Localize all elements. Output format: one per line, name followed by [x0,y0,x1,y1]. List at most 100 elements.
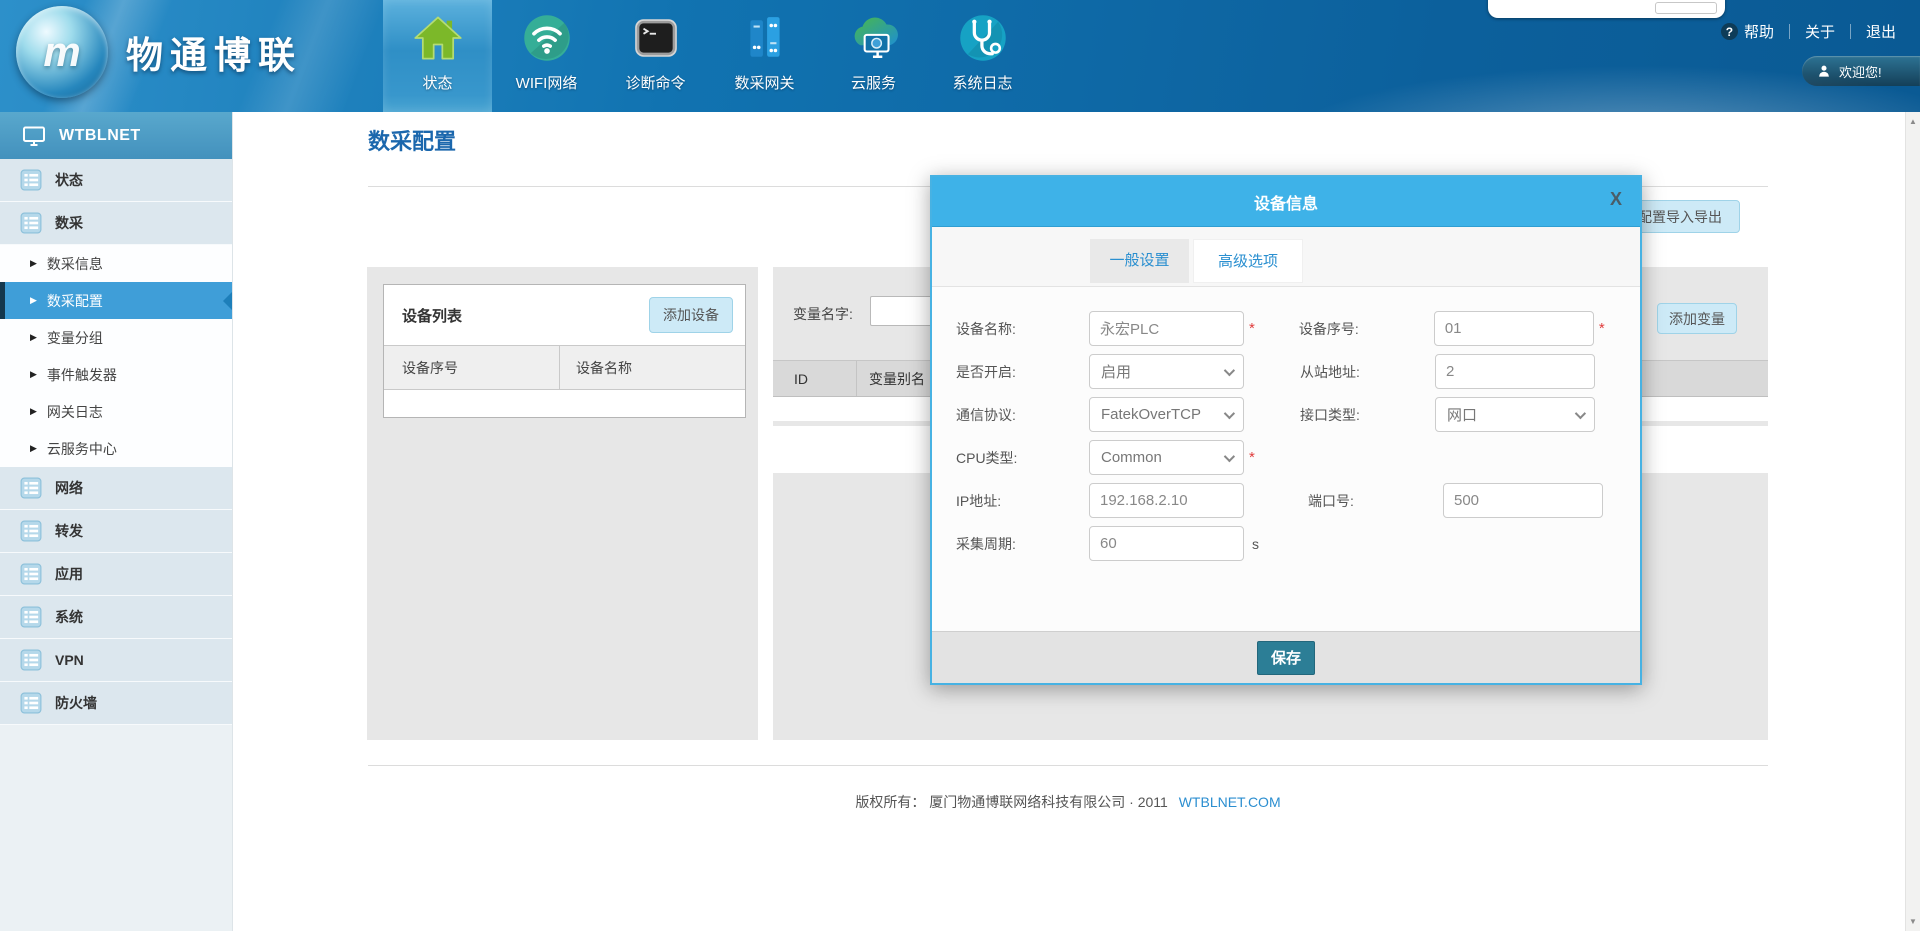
scroll-down-icon[interactable]: ▼ [1906,917,1920,926]
collect-cycle-label: 采集周期: [956,534,1089,554]
terminal-icon [601,9,710,67]
modal-tab-bar: 一般设置 高级选项 [932,227,1640,287]
variable-name-label: 变量名字: [793,304,853,324]
modal-title: 设备信息 [1254,190,1318,214]
list-icon [20,169,42,191]
modal-form: 设备名称: * 设备序号: * 是否开启: 启用 从站地址: 通信协议: Fat… [932,287,1640,561]
copyright: 版权所有： 厦门物通博联网络科技有限公司 · 2011 WTBLNET.COM [368,792,1768,812]
collect-cycle-input[interactable] [1089,526,1244,561]
arrow-right-icon: ▶ [30,295,37,306]
top-links: ? 帮助 关于 退出 [1721,21,1896,42]
add-variable-button[interactable]: 添加变量 [1657,303,1737,334]
welcome-text: 欢迎您! [1839,62,1882,81]
interface-type-label: 接口类型: [1300,405,1435,425]
interface-type-select[interactable]: 网口 [1435,397,1595,432]
about-link[interactable]: 关于 [1805,21,1835,42]
divider [368,765,1768,766]
help-question-icon: ? [1721,23,1738,40]
arrow-right-icon: ▶ [30,369,37,380]
sidebar-subitem-gateway-log[interactable]: ▶ 网关日志 [0,393,232,430]
close-icon[interactable]: X [1610,190,1622,208]
required-asterisk: * [1599,320,1605,337]
person-icon [1817,64,1831,78]
modal-header: 设备信息 X [932,177,1640,227]
sidebar-item-applications[interactable]: 应用 [0,553,232,596]
monitor-icon [22,124,46,148]
device-table-header: 设备序号 设备名称 [384,345,745,390]
sidebar-subitem-cloud-center[interactable]: ▶ 云服务中心 [0,430,232,467]
sidebar-item-system[interactable]: 系统 [0,596,232,639]
sidebar-submenu: ▶ 数采信息 ▶ 数采配置 ▶ 变量分组 ▶ 事件触发器 ▶ 网关日志 ▶ 云服… [0,245,232,467]
required-asterisk: * [1249,449,1255,466]
cpu-type-label: CPU类型: [956,448,1089,468]
wtblnet-link[interactable]: WTBLNET.COM [1179,794,1281,810]
nav-wifi[interactable]: WIFI网络 [492,0,601,112]
tab-general-settings[interactable]: 一般设置 [1090,239,1189,283]
list-icon [20,563,42,585]
port-label: 端口号: [1308,491,1443,511]
browser-popup [1488,0,1725,18]
list-icon [20,692,42,714]
nav-status[interactable]: 状态 [383,0,492,112]
device-info-modal: 设备信息 X 一般设置 高级选项 设备名称: * 设备序号: * 是否开启: 启… [930,175,1642,685]
sidebar: WTBLNET 状态 数采 ▶ 数采信息 ▶ 数采配置 ▶ 变量分组 ▶ [0,112,233,931]
save-button[interactable]: 保存 [1257,641,1315,675]
page: m 物通博联 状态 [0,0,1920,931]
divider [1850,24,1851,39]
device-name-label: 设备名称: [956,319,1089,339]
nav-cloud[interactable]: 云服务 [819,0,928,112]
logout-link[interactable]: 退出 [1866,21,1896,42]
home-icon [383,9,492,67]
sidebar-subitem-daq-info[interactable]: ▶ 数采信息 [0,245,232,282]
protocol-label: 通信协议: [956,405,1089,425]
sidebar-subitem-event-triggers[interactable]: ▶ 事件触发器 [0,356,232,393]
brand-logo: m 物通博联 [16,6,302,98]
col-device-serial: 设备序号 [384,346,560,389]
add-device-button[interactable]: 添加设备 [649,297,733,333]
help-link[interactable]: 帮助 [1744,21,1774,42]
ip-address-label: IP地址: [956,491,1089,511]
nav-gateway[interactable]: 数采网关 [710,0,819,112]
chevron-down-icon [1224,450,1235,461]
protocol-select[interactable]: FatekOverTCP [1089,397,1244,432]
sidebar-item-status[interactable]: 状态 [0,159,232,202]
sidebar-subitem-variable-groups[interactable]: ▶ 变量分组 [0,319,232,356]
device-serial-label: 设备序号: [1299,319,1434,339]
cpu-type-select[interactable]: Common [1089,440,1244,475]
list-icon [20,520,42,542]
sidebar-item-forwarding[interactable]: 转发 [0,510,232,553]
wifi-icon [492,9,601,67]
device-table-empty-row [384,390,745,417]
arrow-right-icon: ▶ [30,258,37,269]
arrow-right-icon: ▶ [30,443,37,454]
required-asterisk: * [1249,320,1255,337]
arrow-right-icon: ▶ [30,406,37,417]
nav-syslog[interactable]: 系统日志 [928,0,1037,112]
scroll-up-icon[interactable]: ▲ [1906,117,1920,126]
device-name-input[interactable] [1089,311,1244,346]
sidebar-item-network[interactable]: 网络 [0,467,232,510]
nav-diagnostics[interactable]: 诊断命令 [601,0,710,112]
popup-button[interactable] [1655,2,1717,14]
list-icon [20,212,42,234]
sidebar-item-firewall[interactable]: 防火墙 [0,682,232,725]
welcome-badge[interactable]: 欢迎您! [1802,56,1920,86]
sidebar-item-daq[interactable]: 数采 [0,202,232,245]
port-input[interactable] [1443,483,1603,518]
device-list-panel: 设备列表 添加设备 设备序号 设备名称 [383,284,746,418]
arrow-right-icon: ▶ [30,332,37,343]
tab-advanced-options[interactable]: 高级选项 [1193,239,1303,283]
enabled-select[interactable]: 启用 [1089,354,1244,389]
sidebar-brand: WTBLNET [0,112,232,159]
slave-address-input[interactable] [1435,354,1595,389]
cloud-icon [819,9,928,67]
sidebar-item-vpn[interactable]: VPN [0,639,232,682]
sidebar-subitem-daq-config[interactable]: ▶ 数采配置 [0,282,232,319]
chevron-down-icon [1224,364,1235,375]
device-serial-input[interactable] [1434,311,1594,346]
divider [1789,24,1790,39]
ip-address-input[interactable] [1089,483,1244,518]
col-device-name: 设备名称 [560,346,745,389]
device-list-title: 设备列表 [402,305,462,326]
vertical-scrollbar[interactable]: ▲ ▼ [1905,112,1920,931]
